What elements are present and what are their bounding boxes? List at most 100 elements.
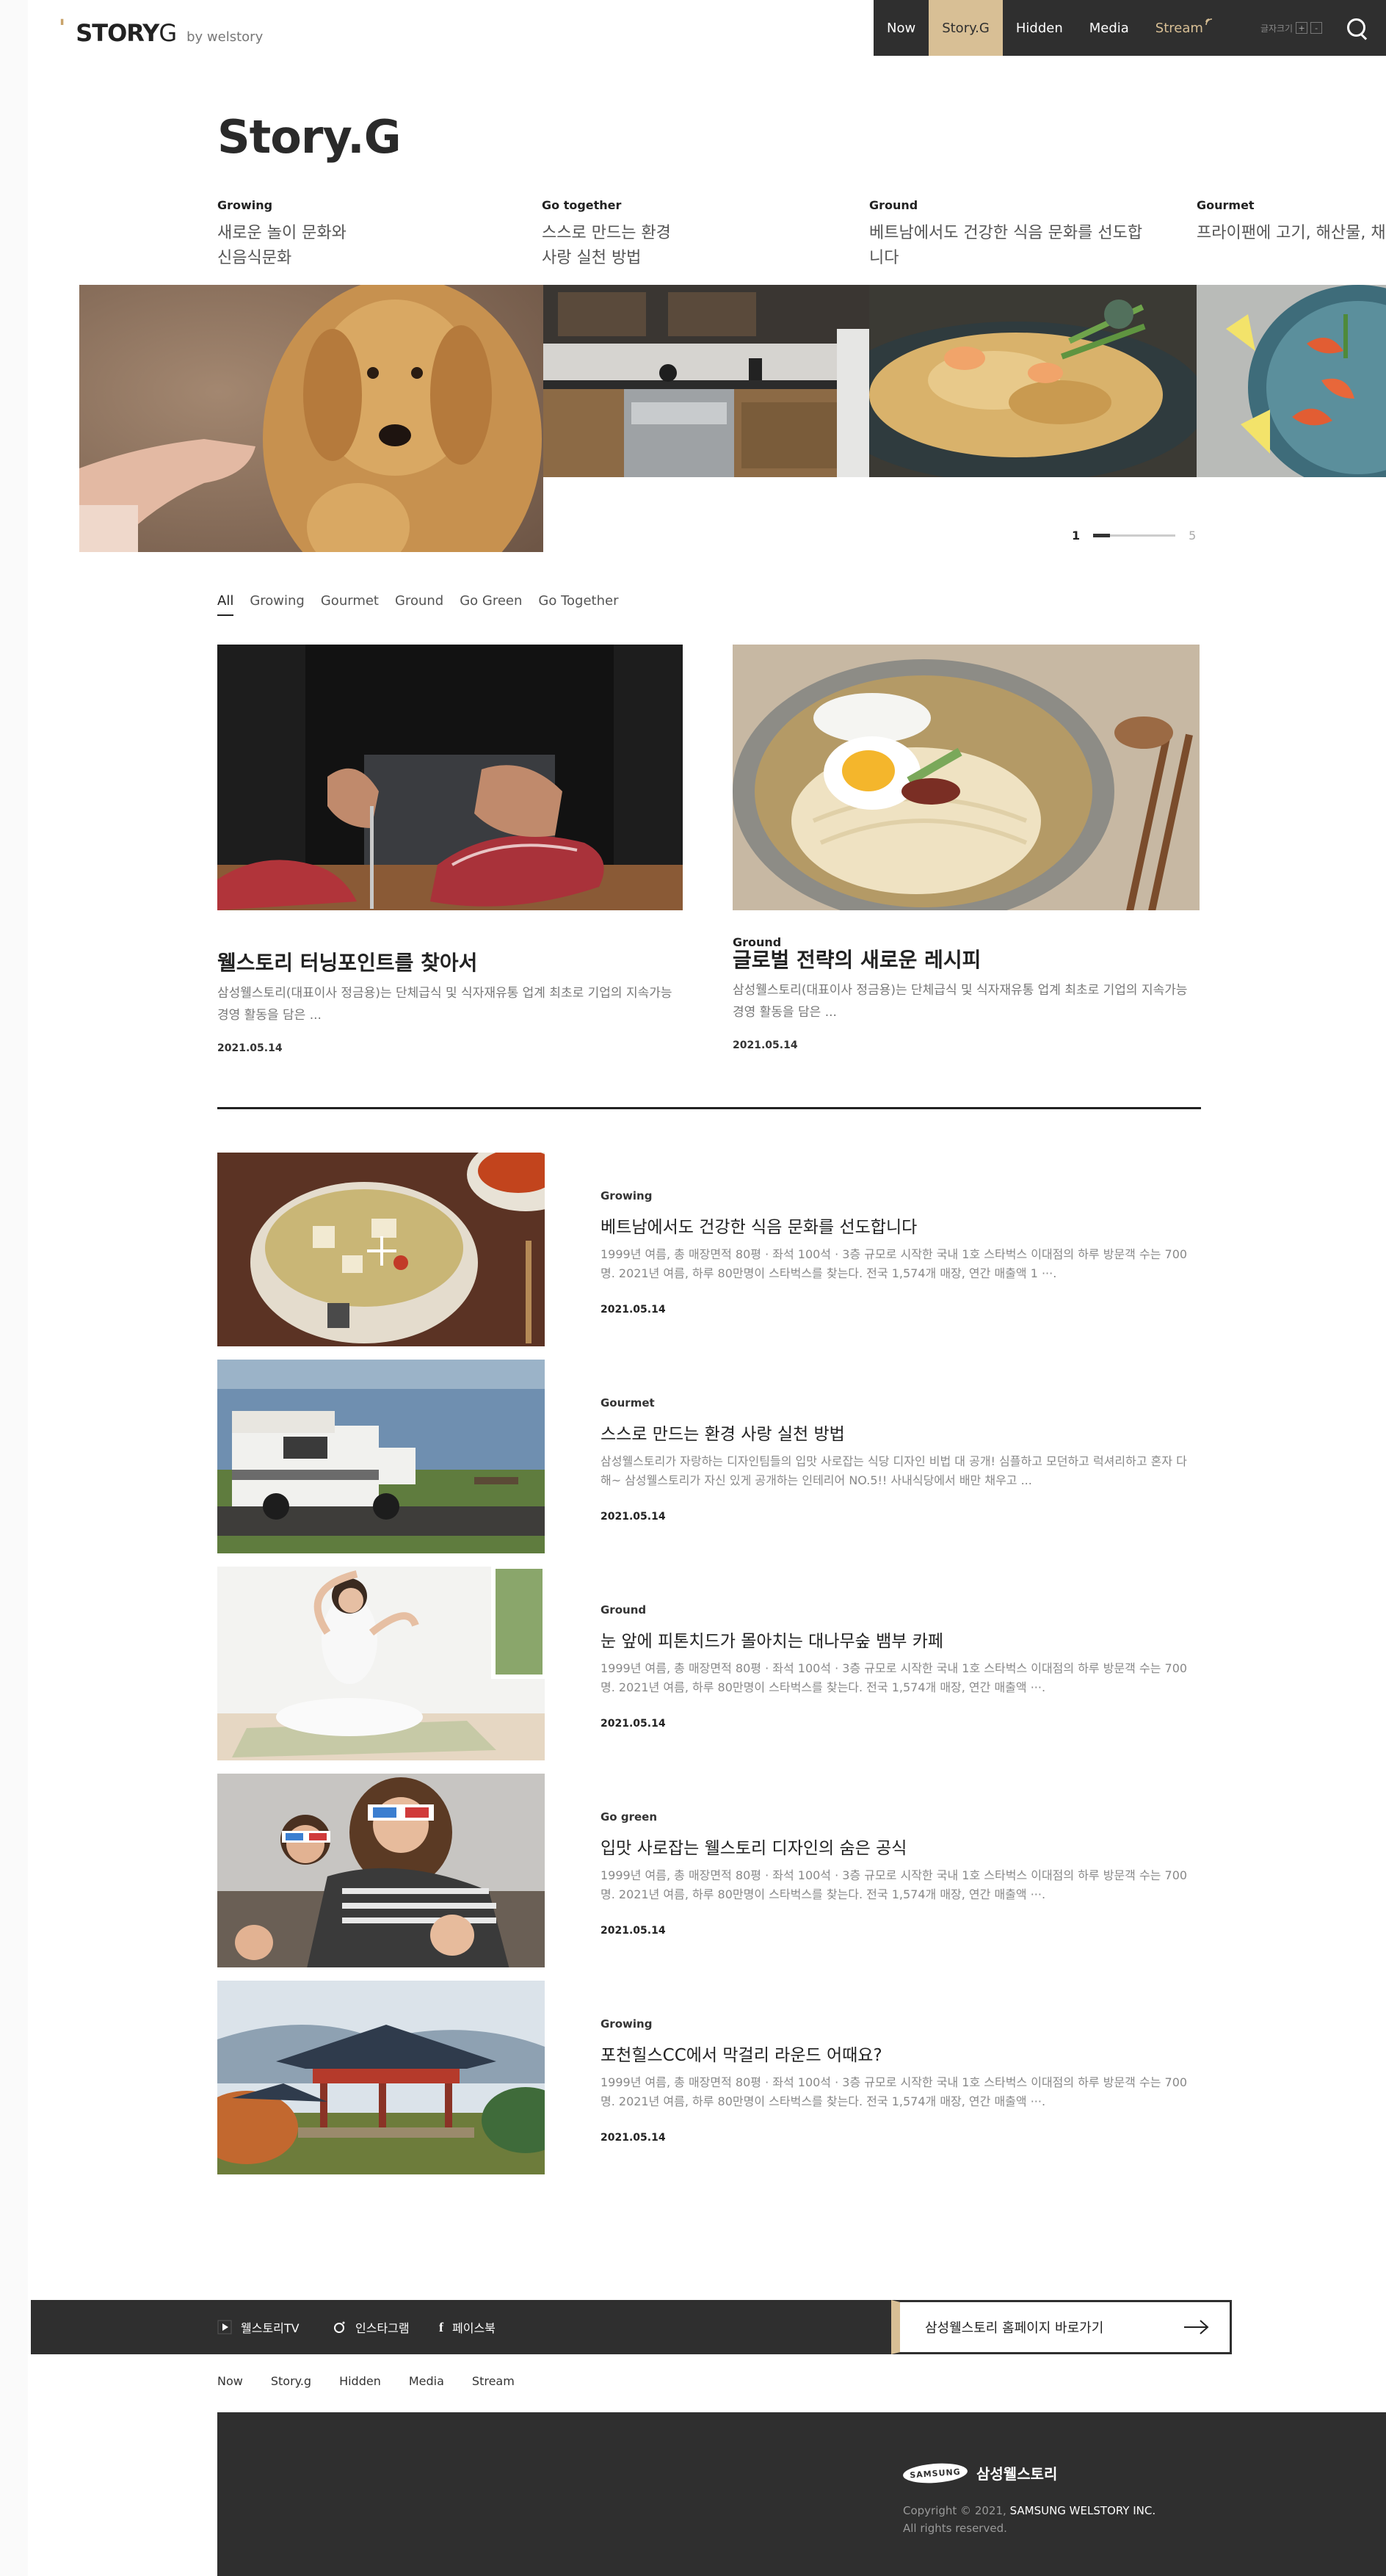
list-item-category: Gourmet: [601, 1396, 655, 1409]
nav-stream[interactable]: Stream: [1142, 0, 1227, 56]
font-decrease-button[interactable]: -: [1310, 22, 1323, 34]
filter-go-together[interactable]: Go Together: [538, 593, 618, 616]
logo-mark: ': [59, 15, 66, 41]
list-item-category: Ground: [601, 1603, 647, 1617]
list-item-2[interactable]: Gourmet 스스로 만드는 환경 사랑 실천 방법 삼성웰스토리가 자랑하는…: [601, 1396, 1188, 1523]
social-instagram[interactable]: 인스타그램: [332, 2300, 410, 2354]
filter-growing[interactable]: Growing: [250, 593, 305, 616]
slide-2-image[interactable]: [543, 285, 869, 477]
top-navigation: Now Story.G Hidden Media Stream 글자크기 + -: [874, 0, 1386, 56]
featured-1-image[interactable]: [217, 645, 683, 910]
list-item-3[interactable]: Ground 눈 앞에 피톤치드가 몰아치는 대나무숲 뱀부 카페 1999년 …: [601, 1603, 1188, 1730]
slide-category: Go together: [542, 198, 622, 212]
list-item-5[interactable]: Growing 포천힐스CC에서 막걸리 라운드 어때요? 1999년 여름, …: [601, 2017, 1188, 2144]
search-icon[interactable]: [1344, 15, 1369, 40]
social-label: 페이스북: [452, 2321, 496, 2335]
logo-by: by welstory: [186, 29, 264, 45]
footer-info: SAMSUNG 삼성웰스토리 Copyright © 2021, SAMSUNG…: [217, 2412, 1386, 2576]
card-title: 웰스토리 터닝포인트를 찾아서: [217, 951, 478, 975]
card-category: [217, 924, 687, 938]
slide-1-text[interactable]: Growing 새로운 놀이 문화와 신음식문화: [217, 198, 526, 271]
yoga-photo: [217, 1567, 545, 1760]
card-description: 삼성웰스토리(대표이사 정금용)는 단체급식 및 식자재유통 업계 최초로 기업…: [733, 983, 1188, 1020]
seafood-photo: [1197, 285, 1386, 477]
footer-nav-media[interactable]: Media: [409, 2374, 444, 2388]
slide-1-image[interactable]: [79, 285, 543, 552]
list-item-1-image[interactable]: [217, 1153, 545, 1346]
list-item-title: 스스로 만드는 환경 사랑 실천 방법: [601, 1425, 845, 1444]
nav-now[interactable]: Now: [874, 0, 929, 56]
left-edge-strip: [0, 0, 28, 2576]
featured-card-2[interactable]: Ground 글로벌 전략의 새로운 레시피 삼성웰스토리(대표이사 정금용)는…: [733, 924, 1202, 1051]
footer-nav-hidden[interactable]: Hidden: [339, 2374, 381, 2388]
list-item-category: Growing: [601, 1189, 653, 1202]
font-size-control: 글자크기 + -: [1260, 22, 1323, 35]
arrow-right-icon: [1184, 2320, 1209, 2334]
company-name: 삼성웰스토리: [976, 2465, 1058, 2483]
pager-progress-fill: [1093, 534, 1110, 537]
featured-2-image[interactable]: [733, 645, 1200, 910]
footer-nav-now[interactable]: Now: [217, 2374, 243, 2388]
copyright-company: SAMSUNG WELSTORY INC.: [1009, 2504, 1156, 2517]
list-item-title: 눈 앞에 피톤치드가 몰아치는 대나무숲 뱀부 카페: [601, 1632, 944, 1651]
slide-4-text[interactable]: Gourmet 프라이팬에 고기, 해산물, 채: [1197, 198, 1386, 246]
3d-glasses-photo: [217, 1774, 545, 1967]
social-label: 인스타그램: [355, 2321, 410, 2335]
list-item-2-image[interactable]: [217, 1360, 545, 1553]
list-item-4-image[interactable]: [217, 1774, 545, 1967]
list-item-title: 베트남에서도 건강한 식음 문화를 선도합니다: [601, 1218, 918, 1237]
list-item-description: 1999년 여름, 총 매장면적 80평 · 좌석 100석 · 3층 규모로 …: [601, 1661, 1188, 1694]
pad-thai-photo: [869, 285, 1197, 477]
list-item-5-image[interactable]: [217, 1981, 545, 2174]
filter-ground[interactable]: Ground: [395, 593, 443, 616]
social-welstory-tv[interactable]: 웰스토리TV: [217, 2300, 300, 2354]
logo-story: STORY: [76, 19, 159, 47]
list-item-title: 입맛 사로잡는 웰스토리 디자인의 숨은 공식: [601, 1839, 907, 1858]
slide-4-image[interactable]: [1197, 285, 1386, 477]
slide-title-line1: 베트남에서도 건강한 식음 문화를 선도합: [869, 224, 1143, 242]
font-increase-button[interactable]: +: [1296, 22, 1308, 34]
filter-all[interactable]: All: [217, 593, 234, 616]
card-description: 삼성웰스토리(대표이사 정금용)는 단체급식 및 식자재유통 업계 최초로 기업…: [217, 986, 672, 1023]
footer-nav-stream[interactable]: Stream: [472, 2374, 515, 2388]
card-title: 글로벌 전략의 새로운 레시피: [733, 948, 982, 972]
list-item-date: 2021.05.14: [601, 1304, 666, 1316]
list-item-date: 2021.05.14: [601, 2132, 666, 2144]
category-filter-tabs: All Growing Gourmet Ground Go Green Go T…: [217, 593, 618, 616]
slide-2-text[interactable]: Go together 스스로 만드는 환경 사랑 실천 방법: [542, 198, 850, 271]
plus-icon[interactable]: [367, 1236, 396, 1266]
play-icon: [217, 2320, 232, 2334]
social-facebook[interactable]: f 페이스북: [439, 2300, 496, 2354]
footer-bar: 웰스토리TV 인스타그램 f 페이스북 삼성웰스토리 홈페이지 바로가기: [31, 2300, 1232, 2354]
nav-story-g[interactable]: Story.G: [929, 0, 1003, 56]
pager-progress-track: [1093, 534, 1176, 537]
list-item-3-image[interactable]: [217, 1567, 545, 1760]
slide-3-image[interactable]: [869, 285, 1197, 477]
stream-signal-icon: [1205, 18, 1213, 26]
chef-meat-photo: [217, 645, 683, 910]
slide-title-line1: 새로운 놀이 문화와: [217, 224, 346, 242]
cold-noodles-photo: [733, 645, 1200, 910]
slide-category: Gourmet: [1197, 198, 1255, 212]
nav-stream-label: Stream: [1155, 20, 1203, 36]
filter-gourmet[interactable]: Gourmet: [321, 593, 379, 616]
nav-media[interactable]: Media: [1076, 0, 1142, 56]
list-item-4[interactable]: Go green 입맛 사로잡는 웰스토리 디자인의 숨은 공식 1999년 여…: [601, 1810, 1188, 1937]
card-date: 2021.05.14: [217, 1042, 283, 1054]
featured-card-1[interactable]: 웰스토리 터닝포인트를 찾아서 삼성웰스토리(대표이사 정금용)는 단체급식 및…: [217, 924, 687, 1054]
carousel-pager[interactable]: 1 5: [1072, 529, 1196, 543]
slide-category: Ground: [869, 198, 918, 212]
footer-nav-story-g[interactable]: Story.g: [271, 2374, 311, 2388]
slide-title-line1: 스스로 만드는 환경: [542, 224, 671, 242]
slide-3-text[interactable]: Ground 베트남에서도 건강한 식음 문화를 선도합니다: [869, 198, 1178, 271]
slide-title-line2: 니다: [869, 249, 899, 267]
list-item-1[interactable]: Growing 베트남에서도 건강한 식음 문화를 선도합니다 1999년 여름…: [601, 1189, 1188, 1316]
filter-go-green[interactable]: Go Green: [460, 593, 522, 616]
page-title: Story.G: [217, 110, 402, 164]
pager-total: 5: [1189, 529, 1197, 543]
welstory-home-button[interactable]: 삼성웰스토리 홈페이지 바로가기: [891, 2300, 1232, 2354]
nav-hidden[interactable]: Hidden: [1003, 0, 1076, 56]
site-logo[interactable]: ' STORYG by welstory: [59, 15, 264, 47]
rights-reserved: All rights reserved.: [903, 2522, 1007, 2535]
list-item-title: 포천힐스CC에서 막걸리 라운드 어때요?: [601, 2046, 882, 2065]
